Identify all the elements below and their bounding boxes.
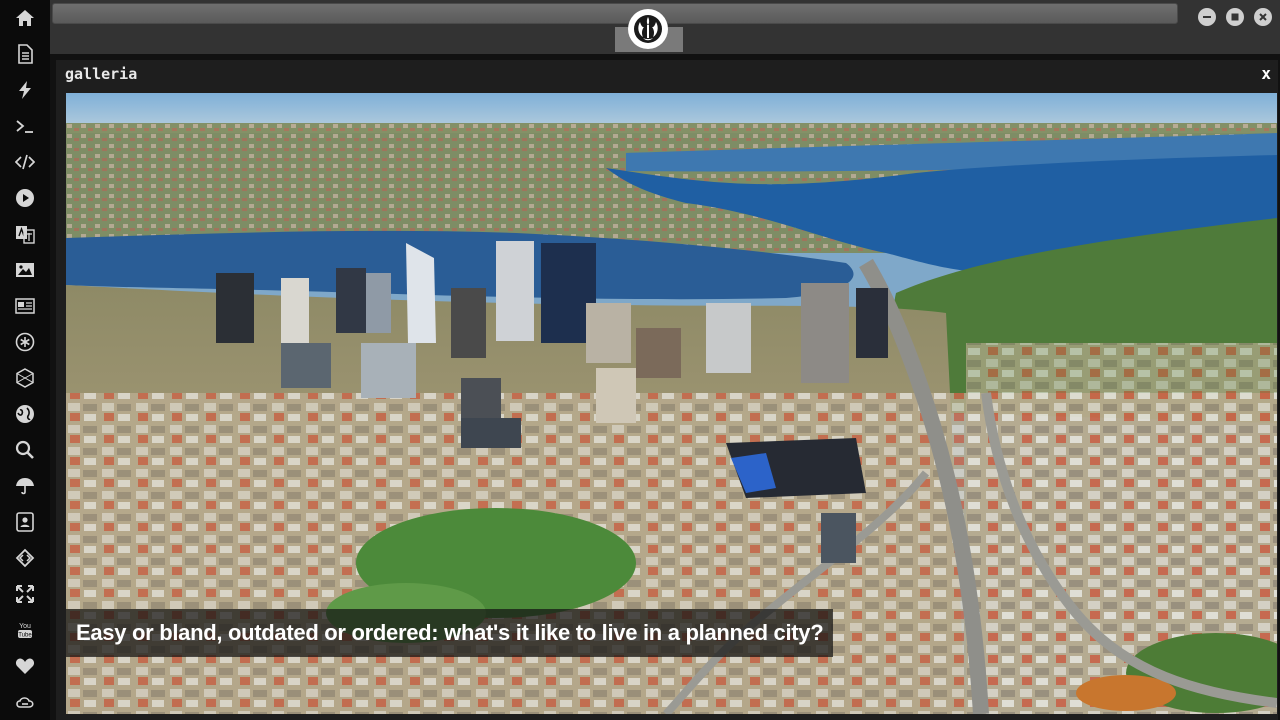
- contact-card-icon[interactable]: [0, 504, 50, 540]
- gallery-image-frame[interactable]: Easy or bland, outdated or ordered: what…: [66, 93, 1277, 714]
- translate-icon[interactable]: [0, 216, 50, 252]
- window-controls: [1198, 8, 1272, 26]
- home-icon[interactable]: [0, 0, 50, 36]
- bolt-icon[interactable]: [0, 72, 50, 108]
- cloud-link-icon[interactable]: [0, 684, 50, 720]
- diamond-code-icon[interactable]: [0, 540, 50, 576]
- search-icon[interactable]: [0, 432, 50, 468]
- address-bar[interactable]: [52, 3, 1178, 24]
- window-title: galleria: [65, 65, 138, 83]
- hexagon-icon[interactable]: [0, 360, 50, 396]
- play-icon[interactable]: [0, 180, 50, 216]
- minimize-icon[interactable]: [1198, 8, 1216, 26]
- rebel-alliance-logo-icon[interactable]: [628, 9, 668, 49]
- asterisk-icon[interactable]: [0, 324, 50, 360]
- image-icon[interactable]: [0, 252, 50, 288]
- top-bar: [50, 0, 1280, 54]
- close-window-icon[interactable]: [1254, 8, 1272, 26]
- terminal-icon[interactable]: [0, 108, 50, 144]
- globe-icon[interactable]: [0, 396, 50, 432]
- document-icon[interactable]: [0, 36, 50, 72]
- youtube-icon[interactable]: You Tube: [0, 612, 50, 648]
- umbrella-icon[interactable]: [0, 468, 50, 504]
- maximize-icon[interactable]: [1226, 8, 1244, 26]
- close-panel-button[interactable]: x: [1261, 64, 1271, 83]
- heart-icon[interactable]: [0, 648, 50, 684]
- expand-icon[interactable]: [0, 576, 50, 612]
- image-caption: Easy or bland, outdated or ordered: what…: [66, 609, 834, 657]
- gallery-window: galleria x Easy or bland, outdated or or…: [56, 60, 1278, 720]
- svg-text:Tube: Tube: [18, 633, 32, 639]
- newspaper-icon[interactable]: [0, 288, 50, 324]
- svg-text:You: You: [19, 623, 31, 630]
- code-icon[interactable]: [0, 144, 50, 180]
- sidebar: You Tube: [0, 0, 50, 720]
